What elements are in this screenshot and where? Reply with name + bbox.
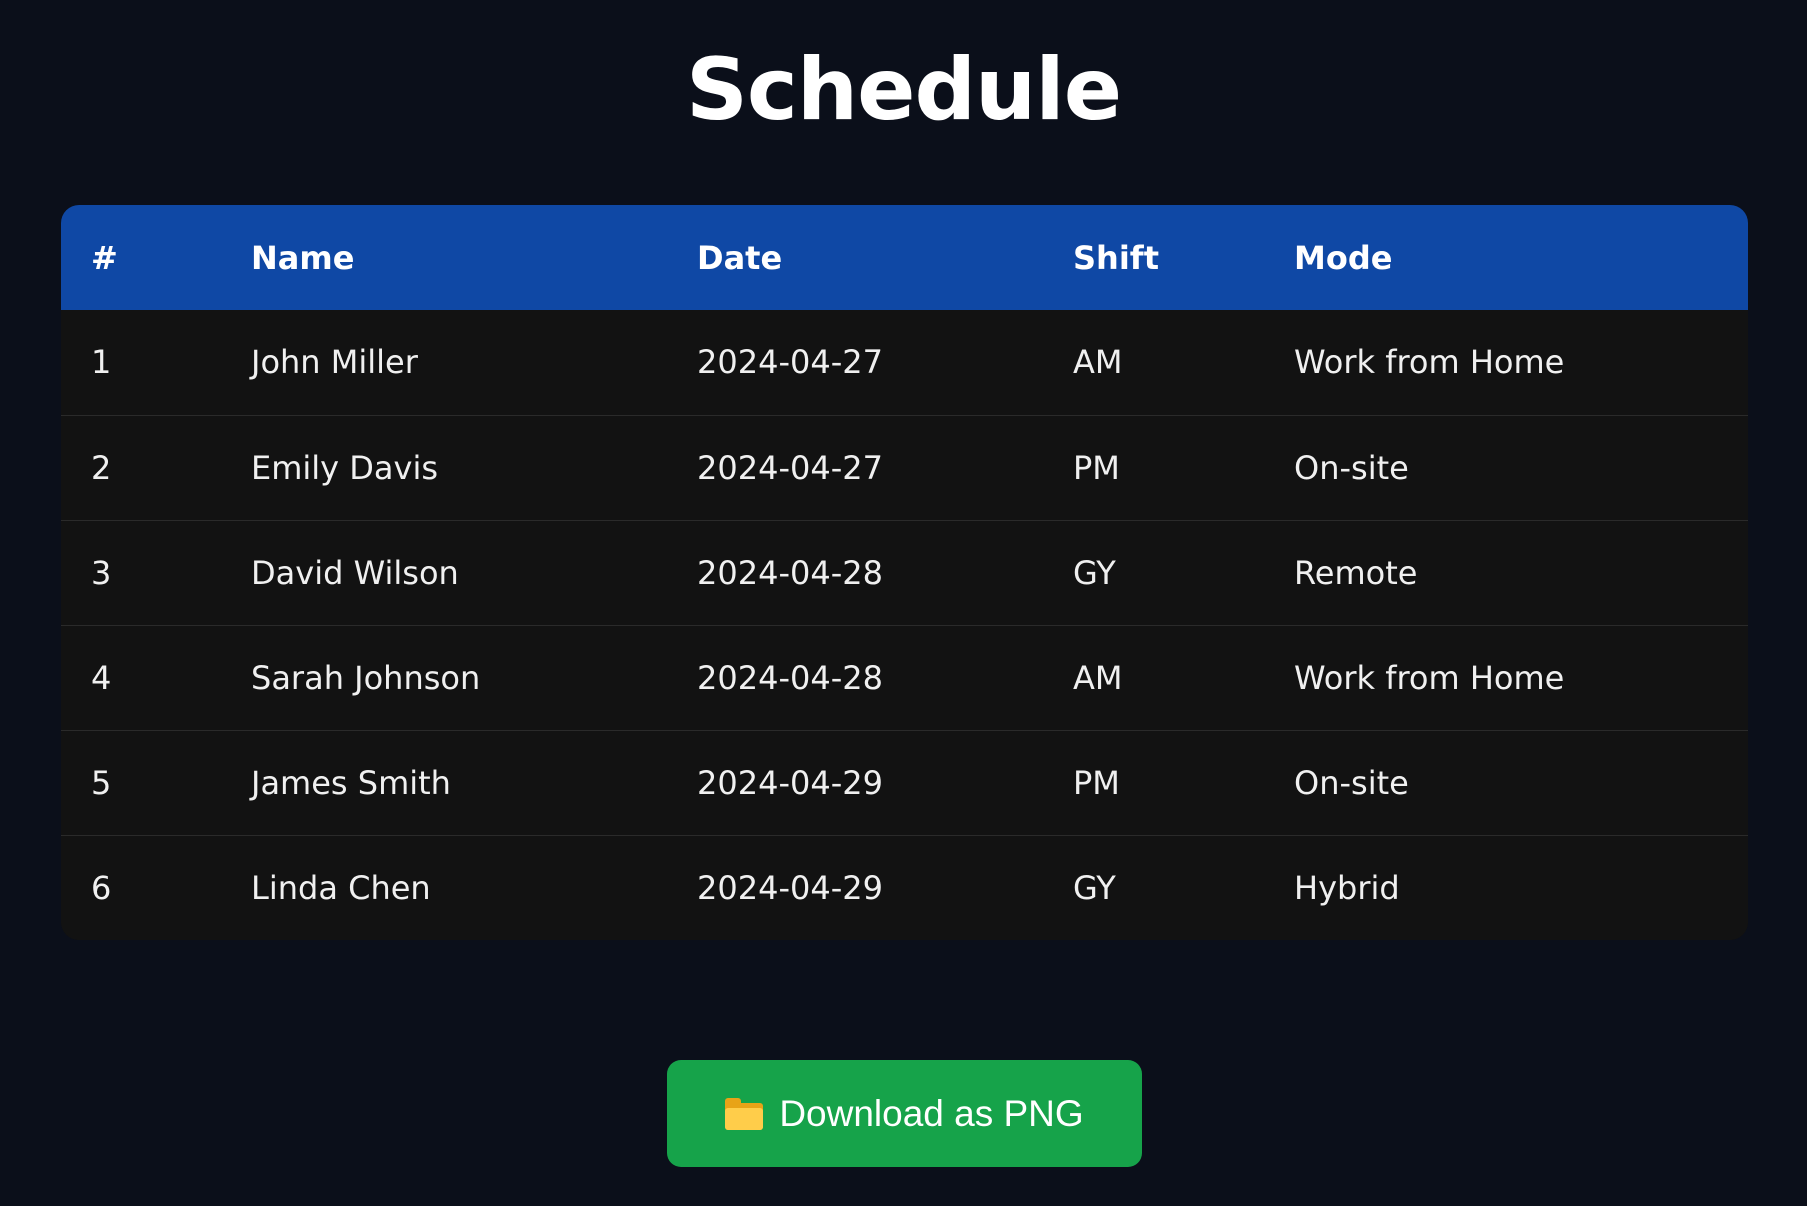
table-row: 4 Sarah Johnson 2024-04-28 AM Work from … [61, 625, 1748, 730]
cell-date: 2024-04-27 [697, 448, 883, 487]
table-row: 6 Linda Chen 2024-04-29 GY Hybrid [61, 835, 1748, 940]
cell-shift: GY [1073, 553, 1116, 592]
cell-date: 2024-04-29 [697, 763, 883, 802]
cell-mode: Work from Home [1294, 658, 1565, 697]
table-row: 1 John Miller 2024-04-27 AM Work from Ho… [61, 310, 1748, 415]
cell-mode: Hybrid [1294, 868, 1400, 907]
table-row: 3 David Wilson 2024-04-28 GY Remote [61, 520, 1748, 625]
download-png-button[interactable]: Download as PNG [667, 1060, 1142, 1167]
cell-shift: AM [1073, 658, 1123, 697]
table-row: 2 Emily Davis 2024-04-27 PM On-site [61, 415, 1748, 520]
cell-shift: GY [1073, 868, 1116, 907]
page-title: Schedule [685, 40, 1122, 140]
schedule-table-card: # Name Date Shift Mode 1 John Miller 202… [61, 205, 1748, 940]
cell-name: Sarah Johnson [251, 658, 481, 697]
cell-name: David Wilson [251, 553, 459, 592]
cell-date: 2024-04-29 [697, 868, 883, 907]
column-header-num: # [91, 238, 118, 277]
folder-icon [725, 1097, 764, 1130]
cell-name: James Smith [251, 763, 451, 802]
download-button-label: Download as PNG [779, 1092, 1084, 1134]
cell-shift: PM [1073, 763, 1120, 802]
cell-num: 5 [91, 763, 112, 802]
cell-name: John Miller [251, 343, 418, 382]
table-header-row: # Name Date Shift Mode [61, 205, 1748, 310]
column-header-mode: Mode [1294, 238, 1393, 277]
cell-mode: On-site [1294, 763, 1409, 802]
column-header-date: Date [697, 238, 783, 277]
cell-shift: AM [1073, 343, 1123, 382]
cell-date: 2024-04-27 [697, 343, 883, 382]
cell-shift: PM [1073, 448, 1120, 487]
column-header-shift: Shift [1073, 238, 1160, 277]
cell-num: 4 [91, 658, 112, 697]
schedule-table: # Name Date Shift Mode 1 John Miller 202… [61, 205, 1748, 940]
cell-date: 2024-04-28 [697, 553, 883, 592]
cell-name: Emily Davis [251, 448, 439, 487]
column-header-name: Name [251, 238, 355, 277]
cell-date: 2024-04-28 [697, 658, 883, 697]
table-header: # Name Date Shift Mode [61, 205, 1748, 310]
cell-num: 3 [91, 553, 112, 592]
cell-mode: Remote [1294, 553, 1418, 592]
table-body: 1 John Miller 2024-04-27 AM Work from Ho… [61, 310, 1748, 940]
cell-num: 6 [91, 868, 112, 907]
cell-name: Linda Chen [251, 868, 431, 907]
cell-num: 1 [91, 343, 112, 382]
cell-num: 2 [91, 448, 112, 487]
table-row: 5 James Smith 2024-04-29 PM On-site [61, 730, 1748, 835]
cell-mode: Work from Home [1294, 343, 1565, 382]
cell-mode: On-site [1294, 448, 1409, 487]
